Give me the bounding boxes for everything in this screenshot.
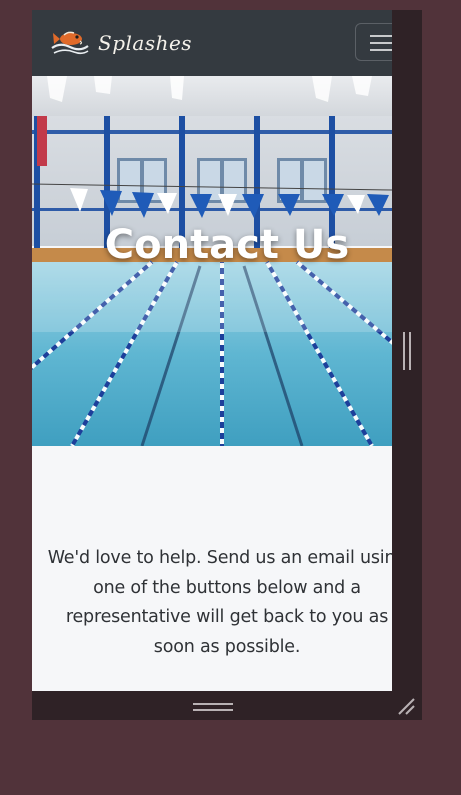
page-title: Contact Us: [104, 222, 350, 268]
hero-banner: Contact Us: [32, 76, 392, 446]
hamburger-menu-button[interactable]: [355, 23, 392, 61]
brand-name: Splashes: [98, 31, 193, 55]
horizontal-resize-handle-icon[interactable]: [193, 703, 233, 711]
navbar: Splashes: [32, 10, 392, 76]
vertical-resize-handle-icon[interactable]: [403, 332, 411, 370]
resize-grip-icon[interactable]: [397, 697, 417, 717]
contact-intro-text: We'd love to help. Send us an email usin…: [47, 548, 392, 657]
brand-link[interactable]: Splashes: [50, 26, 192, 60]
fish-swimmer-logo-icon: [50, 26, 90, 60]
mobile-viewport: Splashes Contact Us We'd love to help. S…: [32, 10, 392, 691]
